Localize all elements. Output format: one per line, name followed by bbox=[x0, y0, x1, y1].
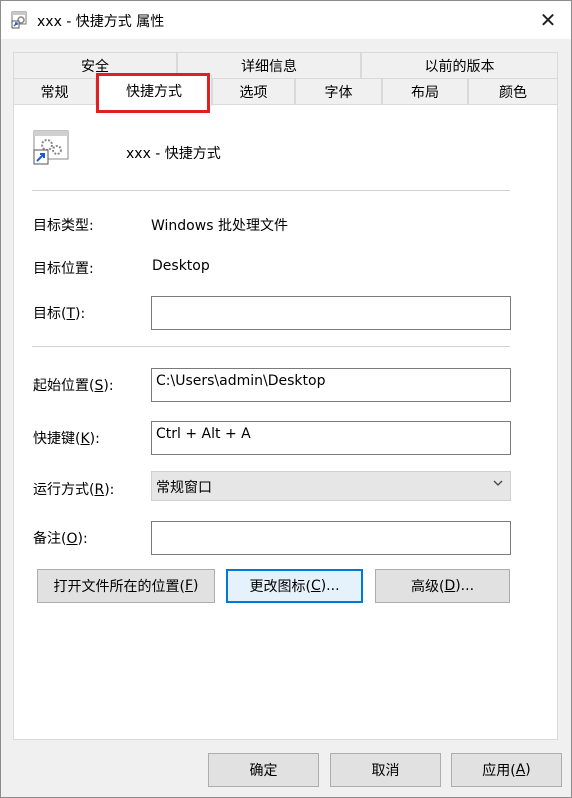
run-select[interactable]: 常规窗口 bbox=[151, 471, 511, 501]
apply-button[interactable]: 应用(A) bbox=[451, 753, 562, 787]
target-label: 目标(T): bbox=[33, 306, 86, 322]
shortcut-app-icon bbox=[33, 130, 69, 165]
tab-previous-versions[interactable]: 以前的版本 bbox=[361, 52, 558, 78]
run-select-value: 常规窗口 bbox=[156, 480, 212, 496]
tab-row-bottom: 常规 快捷方式 选项 字体 布局 颜色 bbox=[13, 75, 558, 106]
target-type-label: 目标类型: bbox=[33, 218, 94, 234]
shortcut-name: xxx - 快捷方式 bbox=[126, 146, 221, 162]
target-type-value: Windows 批处理文件 bbox=[151, 218, 288, 234]
tab-general[interactable]: 常规 bbox=[13, 78, 96, 104]
run-label: 运行方式(R): bbox=[33, 482, 115, 498]
cancel-button[interactable]: 取消 bbox=[330, 753, 441, 787]
open-file-location-button[interactable]: 打开文件所在的位置(F) bbox=[37, 569, 215, 603]
start-in-label: 起始位置(S): bbox=[33, 378, 114, 394]
tab-label: 以前的版本 bbox=[424, 58, 495, 75]
tab-row-top: 安全 详细信息 以前的版本 bbox=[13, 52, 558, 78]
shortcut-key-label: 快捷键(K): bbox=[33, 431, 100, 447]
window-title: xxx - 快捷方式 属性 bbox=[37, 14, 165, 30]
change-icon-button[interactable]: 更改图标(C)... bbox=[226, 569, 363, 603]
close-button[interactable]: ✕ bbox=[525, 1, 571, 39]
comment-label: 备注(O): bbox=[33, 531, 88, 547]
chevron-down-icon bbox=[493, 480, 503, 486]
tab-options[interactable]: 选项 bbox=[212, 78, 295, 104]
comment-field[interactable] bbox=[151, 521, 511, 555]
tab-label: 快捷方式 bbox=[126, 84, 182, 100]
tab-font[interactable]: 字体 bbox=[295, 78, 382, 104]
tab-label: 详细信息 bbox=[241, 58, 297, 75]
shortcut-file-icon bbox=[11, 11, 27, 29]
tab-label: 布局 bbox=[411, 84, 439, 101]
tab-layout[interactable]: 布局 bbox=[382, 78, 468, 104]
tab-label: 字体 bbox=[324, 84, 353, 101]
close-icon: ✕ bbox=[539, 8, 557, 32]
ok-button[interactable]: 确定 bbox=[208, 753, 319, 787]
tab-colors[interactable]: 颜色 bbox=[468, 78, 558, 104]
tab-label: 选项 bbox=[239, 84, 268, 101]
tab-shortcut[interactable]: 快捷方式 bbox=[96, 75, 212, 106]
tab-label: 安全 bbox=[81, 58, 109, 75]
title-bar: xxx - 快捷方式 属性 ✕ bbox=[1, 1, 571, 39]
target-field[interactable] bbox=[151, 296, 511, 330]
tab-label: 颜色 bbox=[499, 84, 527, 101]
target-location-value: Desktop bbox=[152, 258, 210, 274]
divider bbox=[32, 190, 510, 191]
target-location-label: 目标位置: bbox=[33, 261, 94, 277]
divider bbox=[32, 346, 510, 347]
advanced-button[interactable]: 高级(D)... bbox=[375, 569, 510, 603]
shortcut-key-field[interactable]: Ctrl + Alt + A bbox=[151, 421, 511, 455]
start-in-field[interactable]: C:\Users\admin\Desktop bbox=[151, 368, 511, 402]
tab-label: 常规 bbox=[40, 84, 69, 101]
